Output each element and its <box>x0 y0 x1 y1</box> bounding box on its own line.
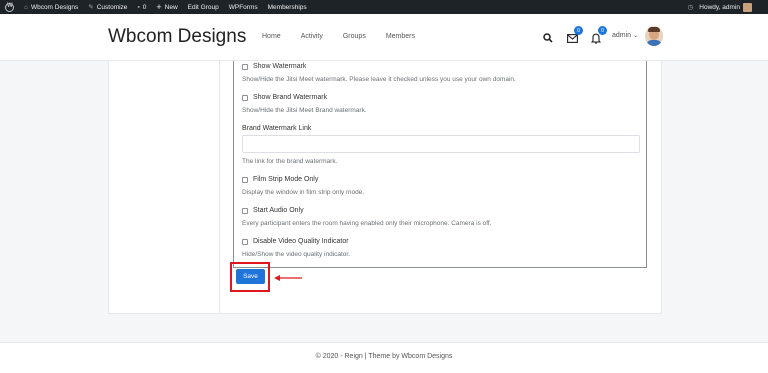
admin-bar-howdy[interactable]: Howdy, admin <box>699 4 740 11</box>
film-strip-mode-checkbox[interactable] <box>242 176 248 183</box>
admin-bar-site-name[interactable]: ⌂ Wbcom Designs <box>19 0 83 14</box>
envelope-icon <box>566 33 578 43</box>
admin-bar-avatar[interactable] <box>743 2 752 12</box>
setting-description: Hide/Show the video quality indicator. <box>242 251 351 258</box>
setting-description: Display the window in film strip only mo… <box>242 189 365 196</box>
nav-members[interactable]: Members <box>386 33 415 40</box>
disable-video-quality-checkbox[interactable] <box>242 238 248 245</box>
setting-label[interactable]: Start Audio Only <box>253 207 304 214</box>
avatar-hair <box>648 27 660 32</box>
show-brand-watermark-checkbox[interactable] <box>242 94 248 101</box>
clock-icon: ◷ <box>687 4 694 11</box>
admin-bar: ⌂ Wbcom Designs ✎ Customize ▪ 0 + New Ed… <box>0 0 768 14</box>
comment-icon: ▪ <box>137 3 140 11</box>
admin-bar-wpforms[interactable]: WPForms <box>224 0 263 14</box>
setting-description: Show/Hide the Jitsi Meet watermark. Plea… <box>242 76 516 83</box>
notifications-button[interactable]: 0 <box>589 26 607 45</box>
admin-bar-comments[interactable]: ▪ 0 <box>132 0 151 14</box>
home-icon: ⌂ <box>24 3 28 11</box>
brush-icon: ✎ <box>88 4 94 11</box>
main-nav: Home Activity Groups Members <box>262 33 435 40</box>
admin-bar-edit-group[interactable]: Edit Group <box>183 0 224 14</box>
content-container: Show Watermark Show/Hide the Jitsi Meet … <box>108 61 662 314</box>
setting-label[interactable]: Show Brand Watermark <box>253 94 327 101</box>
site-title[interactable]: Wbcom Designs <box>108 26 246 48</box>
setting-brand-watermark-link: Brand Watermark Link <box>242 125 642 132</box>
setting-brand-watermark-link-desc: The link for the brand watermark. <box>242 158 642 165</box>
notifications-badge: 0 <box>598 26 607 35</box>
setting-description: The link for the brand watermark. <box>242 158 338 165</box>
wordpress-icon <box>5 2 14 12</box>
search-button[interactable] <box>541 31 555 45</box>
setting-label[interactable]: Film Strip Mode Only <box>253 176 318 183</box>
setting-label: Brand Watermark Link <box>242 125 312 132</box>
start-audio-only-checkbox[interactable] <box>242 207 248 214</box>
save-button[interactable]: Save <box>236 269 265 284</box>
search-icon <box>543 33 553 43</box>
setting-film-strip-mode: Film Strip Mode Only Display the window … <box>242 176 642 196</box>
setting-label[interactable]: Disable Video Quality Indicator <box>253 238 349 245</box>
site-footer: © 2020 - Reign | Theme by Wbcom Designs <box>0 342 768 373</box>
setting-label[interactable]: Show Watermark <box>253 63 306 70</box>
setting-description: Show/Hide the Jitsi Meet Brand watermark… <box>242 107 367 114</box>
setting-show-brand-watermark: Show Brand Watermark Show/Hide the Jitsi… <box>242 94 642 114</box>
messages-button[interactable]: 0 <box>565 26 583 45</box>
left-column <box>109 61 220 313</box>
header-icons: 0 0 <box>541 26 613 47</box>
admin-bar-new[interactable]: + New <box>151 0 182 14</box>
user-menu[interactable]: admin ⌄ <box>612 32 638 39</box>
avatar-shirt <box>646 40 662 46</box>
admin-bar-memberships[interactable]: Memberships <box>263 0 312 14</box>
plus-icon: + <box>156 2 162 12</box>
setting-disable-video-quality: Disable Video Quality Indicator Hide/Sho… <box>242 238 642 258</box>
arrow-left-icon <box>274 275 302 281</box>
wp-logo-menu[interactable] <box>0 0 19 14</box>
user-avatar[interactable] <box>645 26 663 46</box>
admin-bar-customize[interactable]: ✎ Customize <box>83 0 132 14</box>
show-watermark-checkbox[interactable] <box>242 63 248 70</box>
chevron-down-icon: ⌄ <box>633 33 639 39</box>
setting-start-audio-only: Start Audio Only Every participant enter… <box>242 207 642 227</box>
nav-activity[interactable]: Activity <box>301 33 323 40</box>
setting-description: Every participant enters the room having… <box>242 220 492 227</box>
messages-badge: 0 <box>574 26 583 35</box>
setting-show-watermark: Show Watermark Show/Hide the Jitsi Meet … <box>242 63 642 83</box>
user-menu-label: admin <box>612 32 632 39</box>
settings-panel: Show Watermark Show/Hide the Jitsi Meet … <box>233 61 647 268</box>
brand-watermark-link-input[interactable] <box>242 135 640 153</box>
nav-groups[interactable]: Groups <box>343 33 366 40</box>
nav-home[interactable]: Home <box>262 33 281 40</box>
footer-text: © 2020 - Reign | Theme by Wbcom Designs <box>315 353 453 360</box>
